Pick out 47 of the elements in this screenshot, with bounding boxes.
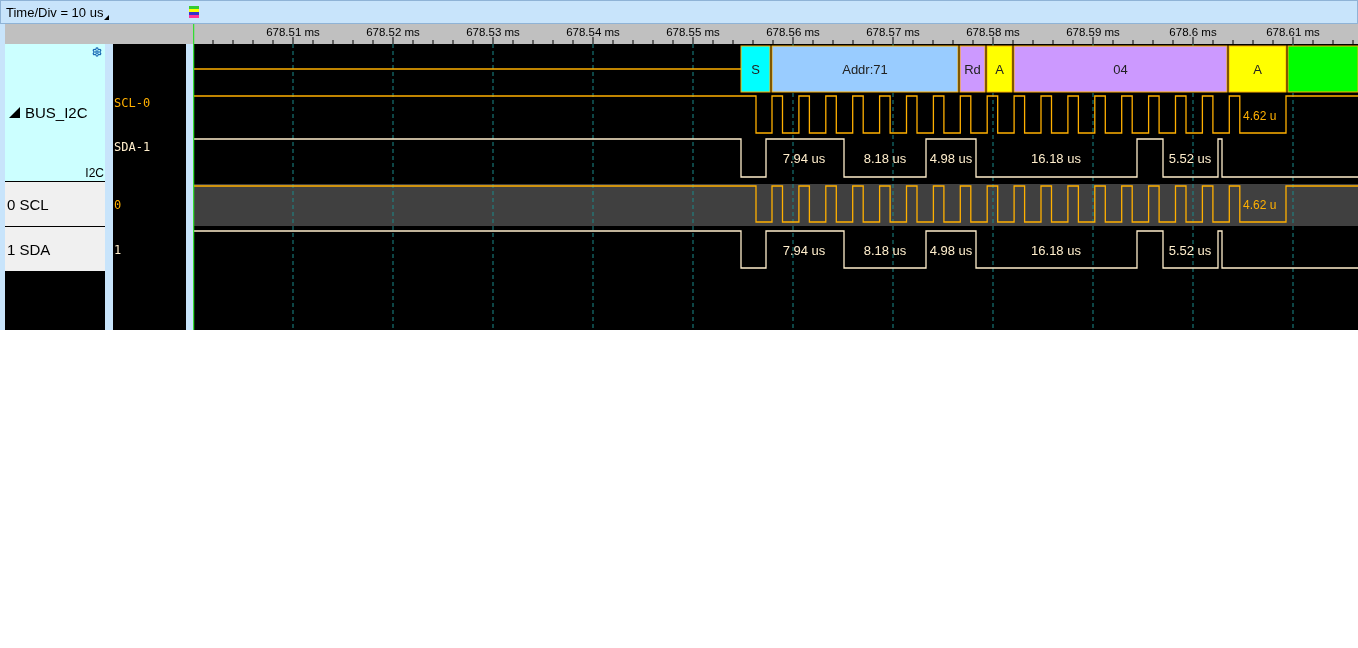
dropdown-corner-icon <box>104 14 110 20</box>
time-ruler[interactable] <box>193 24 1358 45</box>
time-tick-label: 678.52 ms <box>366 26 420 38</box>
settings-icon[interactable] <box>92 47 102 57</box>
protocol-label: I2C <box>85 166 104 180</box>
bus-name: BUS_I2C <box>25 104 88 121</box>
collapse-triangle-icon[interactable] <box>9 107 20 118</box>
pulse-width-label: 5.52 us <box>1168 151 1212 166</box>
channel-name-cell[interactable]: 1 SDA <box>5 227 105 272</box>
pulse-width-label: 4.62 u <box>1243 198 1277 212</box>
time-tick-label: 678.54 ms <box>566 26 620 38</box>
signal-label: SCL-0 <box>114 96 151 110</box>
pulse-width-label: 16.18 us <box>1031 151 1081 166</box>
pulse-width-label: 7.94 us <box>782 242 826 258</box>
time-tick-label: 678.59 ms <box>1066 26 1120 38</box>
time-tick-label: 678.53 ms <box>466 26 520 38</box>
time-tick-label: 678.58 ms <box>966 26 1020 38</box>
channel-value: 0 <box>114 197 122 212</box>
cursor-line[interactable] <box>193 24 195 330</box>
pulse-width-label: 8.18 us <box>863 151 907 166</box>
time-tick-label: 678.56 ms <box>766 26 820 38</box>
decoded-segment[interactable]: A <box>986 45 1013 93</box>
pulse-width-label: 4.98 us <box>929 151 973 166</box>
time-tick-label: 678.6 ms <box>1169 26 1217 38</box>
pulse-width-label: 5.52 us <box>1168 242 1212 258</box>
channel-value: 1 <box>114 242 122 257</box>
signal-label: SDA-1 <box>114 140 151 154</box>
pulse-width-label: 8.18 us <box>863 242 907 258</box>
pulse-width-label: 7.94 us <box>782 151 826 166</box>
time-tick-label: 678.57 ms <box>866 26 920 38</box>
waveform-view[interactable] <box>193 24 1358 330</box>
decoded-segment[interactable]: Rd <box>959 45 986 93</box>
decoded-segment[interactable] <box>1287 45 1358 93</box>
pulse-width-label: 4.98 us <box>929 242 973 258</box>
pulse-width-label: 4.62 u <box>1243 108 1277 123</box>
channel-name-cell[interactable]: 0 SCL <box>5 182 105 227</box>
decoded-segment[interactable]: Addr:71 <box>771 45 959 93</box>
pulse-width-label: 16.18 us <box>1031 242 1081 258</box>
time-tick-label: 678.55 ms <box>666 26 720 38</box>
bus-name-cell[interactable]: BUS_I2C I2C <box>5 44 105 182</box>
time-tick-label: 678.51 ms <box>266 26 320 38</box>
time-per-division[interactable]: Time/Div = 10 us <box>6 4 110 20</box>
decoded-segment[interactable]: A <box>1228 45 1287 93</box>
decoded-segment[interactable]: S <box>740 45 771 93</box>
decoded-segment[interactable]: 04 <box>1013 45 1228 93</box>
time-tick-label: 678.61 ms <box>1266 26 1320 38</box>
cursor-flag-icon[interactable] <box>189 6 199 18</box>
